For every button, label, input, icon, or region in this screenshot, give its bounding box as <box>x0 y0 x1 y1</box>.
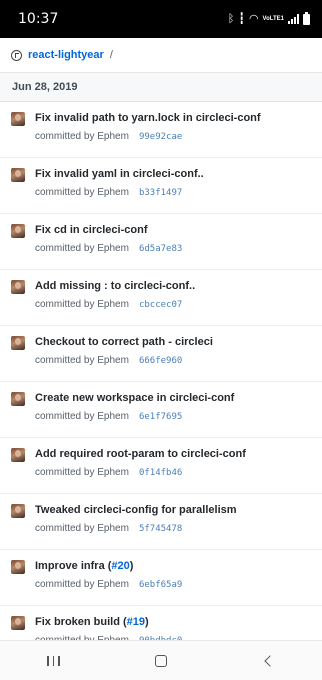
avatar[interactable] <box>11 112 25 126</box>
commit-title-text: Improve infra ( <box>35 560 112 572</box>
commit-sha[interactable]: 99e92cae <box>139 131 182 143</box>
repo-history-icon <box>11 49 22 61</box>
issue-link[interactable]: #19 <box>127 616 145 628</box>
commit-meta: committed by Ephem 5f745478 <box>35 523 312 535</box>
commit-title[interactable]: Fix invalid yaml in circleci-conf.. <box>35 167 312 181</box>
commit-sha[interactable]: 5f745478 <box>139 523 182 535</box>
commit-row[interactable]: Add required root-param to circleci-conf… <box>0 438 322 494</box>
volte-icon: VoLTE1 <box>262 16 284 22</box>
date-header: Jun 28, 2019 <box>0 73 322 102</box>
avatar[interactable] <box>11 448 25 462</box>
home-icon <box>154 654 167 667</box>
commit-sha[interactable]: 6e1f7695 <box>139 411 182 423</box>
commit-author: committed by Ephem <box>35 299 129 310</box>
commit-title[interactable]: Tweaked circleci-config for parallelism <box>35 503 312 517</box>
repo-link[interactable]: react-lightyear <box>28 49 104 61</box>
system-nav-bar <box>0 640 322 680</box>
breadcrumb: react-lightyear / <box>0 38 322 73</box>
commit-title[interactable]: Add required root-param to circleci-conf <box>35 447 312 461</box>
signal-icon <box>288 14 299 24</box>
commit-title[interactable]: Improve infra (#20) <box>35 559 312 573</box>
avatar[interactable] <box>11 504 25 518</box>
bluetooth-icon: ᛒ <box>227 12 235 25</box>
commit-sha[interactable]: 666fe960 <box>139 355 182 367</box>
commit-author: committed by Ephem <box>35 411 129 422</box>
home-button[interactable] <box>141 646 181 676</box>
commit-title-closing: ) <box>129 560 134 572</box>
commit-sha[interactable]: 6d5a7e83 <box>139 243 182 255</box>
commit-title[interactable]: Fix broken build (#19) <box>35 615 312 629</box>
commit-row[interactable]: Tweaked circleci-config for parallelism … <box>0 494 322 550</box>
commit-meta: committed by Ephem 6d5a7e83 <box>35 243 312 255</box>
commit-meta: committed by Ephem 0f14fb46 <box>35 467 312 479</box>
avatar[interactable] <box>11 336 25 350</box>
commit-meta: committed by Ephem 99e92cae <box>35 131 312 143</box>
commit-sha[interactable]: b33f1497 <box>139 187 182 199</box>
commit-title[interactable]: Checkout to correct path - circleci <box>35 335 312 349</box>
commit-meta: committed by Ephem b33f1497 <box>35 187 312 199</box>
commit-meta: committed by Ephem 6e1f7695 <box>35 411 312 423</box>
avatar[interactable] <box>11 168 25 182</box>
vibrate-icon: ┇ <box>238 12 245 25</box>
status-bar: 10:37 ᛒ ┇ ◠ VoLTE1 <box>0 0 322 38</box>
commit-title-closing: ) <box>145 616 149 628</box>
commit-title[interactable]: Create new workspace in circleci-conf <box>35 391 312 405</box>
commit-meta: committed by Ephem 666fe960 <box>35 355 312 367</box>
commit-meta: committed by Ephem cbccec07 <box>35 299 312 311</box>
commit-author: committed by Ephem <box>35 579 129 590</box>
recent-apps-icon <box>47 655 60 666</box>
back-button[interactable] <box>248 646 288 676</box>
avatar[interactable] <box>11 560 25 574</box>
commit-title[interactable]: Add missing : to circleci-conf.. <box>35 279 312 293</box>
status-time: 10:37 <box>18 11 59 27</box>
commit-author: committed by Ephem <box>35 131 129 142</box>
back-icon <box>264 654 276 667</box>
commit-title[interactable]: Fix invalid path to yarn.lock in circlec… <box>35 111 312 125</box>
commit-sha[interactable]: 6ebf65a9 <box>139 579 182 591</box>
commit-row[interactable]: Fix cd in circleci-conf committed by Eph… <box>0 214 322 270</box>
commit-row[interactable]: Improve infra (#20) committed by Ephem 6… <box>0 550 322 606</box>
commit-row[interactable]: Add missing : to circleci-conf.. committ… <box>0 270 322 326</box>
breadcrumb-separator: / <box>109 49 113 61</box>
commit-title[interactable]: Fix cd in circleci-conf <box>35 223 312 237</box>
commit-author: committed by Ephem <box>35 523 129 534</box>
commit-row[interactable]: Fix invalid yaml in circleci-conf.. comm… <box>0 158 322 214</box>
recent-apps-button[interactable] <box>34 646 74 676</box>
commit-row[interactable]: Checkout to correct path - circleci comm… <box>0 326 322 382</box>
issue-link[interactable]: #20 <box>111 560 129 572</box>
avatar[interactable] <box>11 616 25 630</box>
commit-title-text: Fix broken build ( <box>35 616 127 628</box>
commit-meta: committed by Ephem 6ebf65a9 <box>35 579 312 591</box>
commit-row[interactable]: Fix invalid path to yarn.lock in circlec… <box>0 102 322 158</box>
commit-sha[interactable]: cbccec07 <box>139 299 182 311</box>
commit-author: committed by Ephem <box>35 467 129 478</box>
commit-author: committed by Ephem <box>35 187 129 198</box>
commit-author: committed by Ephem <box>35 243 129 254</box>
battery-icon <box>303 11 310 25</box>
avatar[interactable] <box>11 280 25 294</box>
commit-author: committed by Ephem <box>35 355 129 366</box>
commit-list: Fix invalid path to yarn.lock in circlec… <box>0 102 322 662</box>
avatar[interactable] <box>11 224 25 238</box>
status-icons: ᛒ ┇ ◠ VoLTE1 <box>227 11 310 25</box>
commit-sha[interactable]: 0f14fb46 <box>139 467 182 479</box>
avatar[interactable] <box>11 392 25 406</box>
commit-row[interactable]: Create new workspace in circleci-conf co… <box>0 382 322 438</box>
wifi-icon: ◠ <box>248 12 259 25</box>
